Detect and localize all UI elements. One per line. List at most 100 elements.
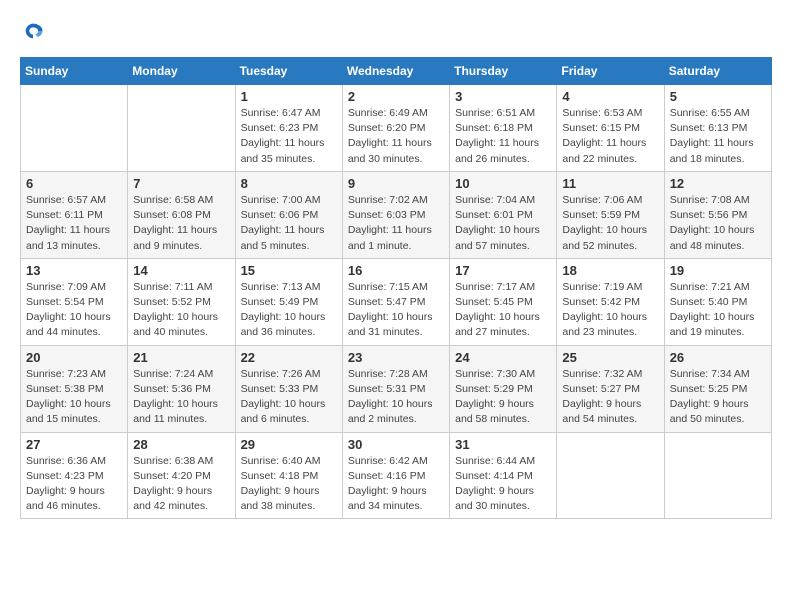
calendar-cell: 7 Sunrise: 6:58 AMSunset: 6:08 PMDaylight…: [128, 171, 235, 258]
calendar-cell: 14Sunrise: 7:11 AMSunset: 5:52 PMDayligh…: [128, 258, 235, 345]
calendar-table: SundayMondayTuesdayWednesdayThursdayFrid…: [20, 57, 772, 519]
calendar-cell: 19 Sunrise: 7:21 AMSunset: 5:40 PMDayligh…: [664, 258, 771, 345]
calendar-week-row: 1Sunrise: 6:47 AMSunset: 6:23 PMDaylight…: [21, 85, 772, 172]
day-info: Sunrise: 6:47 AMSunset: 6:23 PMDaylight:…: [241, 106, 337, 167]
calendar-cell: 22 Sunrise: 7:26 AMSunset: 5:33 PMDayligh…: [235, 345, 342, 432]
weekday-header-thursday: Thursday: [450, 58, 557, 85]
day-number: 15: [241, 263, 337, 278]
calendar-cell: 6 Sunrise: 6:57 AMSunset: 6:11 PMDaylight…: [21, 171, 128, 258]
calendar-cell: 23 Sunrise: 7:28 AMSunset: 5:31 PMDayligh…: [342, 345, 449, 432]
day-info: Sunrise: 7:28 AMSunset: 5:31 PMDaylight:…: [348, 367, 444, 428]
day-info: Sunrise: 6:57 AMSunset: 6:11 PMDaylight:…: [26, 193, 122, 254]
calendar-cell: 17Sunrise: 7:17 AMSunset: 5:45 PMDayligh…: [450, 258, 557, 345]
day-number: 6: [26, 176, 122, 191]
calendar-week-row: 13 Sunrise: 7:09 AMSunset: 5:54 PMDayligh…: [21, 258, 772, 345]
calendar-cell: [128, 85, 235, 172]
day-number: 27: [26, 437, 122, 452]
day-info: Sunrise: 6:42 AMSunset: 4:16 PMDaylight:…: [348, 454, 444, 515]
day-number: 2: [348, 89, 444, 104]
calendar-cell: 27Sunrise: 6:36 AMSunset: 4:23 PMDayligh…: [21, 432, 128, 519]
day-number: 30: [348, 437, 444, 452]
day-info: Sunrise: 7:02 AMSunset: 6:03 PMDaylight:…: [348, 193, 444, 254]
calendar-cell: 1Sunrise: 6:47 AMSunset: 6:23 PMDaylight…: [235, 85, 342, 172]
calendar-cell: 21 Sunrise: 7:24 AMSunset: 5:36 PMDayligh…: [128, 345, 235, 432]
calendar-cell: 25 Sunrise: 7:32 AMSunset: 5:27 PMDayligh…: [557, 345, 664, 432]
calendar-cell: [664, 432, 771, 519]
day-info: Sunrise: 7:15 AMSunset: 5:47 PMDaylight:…: [348, 280, 444, 341]
day-info: Sunrise: 7:00 AMSunset: 6:06 PMDaylight:…: [241, 193, 337, 254]
calendar-cell: [557, 432, 664, 519]
calendar-cell: 24Sunrise: 7:30 AMSunset: 5:29 PMDayligh…: [450, 345, 557, 432]
calendar-cell: 12 Sunrise: 7:08 AMSunset: 5:56 PMDayligh…: [664, 171, 771, 258]
calendar-cell: 5 Sunrise: 6:55 AMSunset: 6:13 PMDaylight…: [664, 85, 771, 172]
day-info: Sunrise: 7:32 AMSunset: 5:27 PMDaylight:…: [562, 367, 658, 428]
calendar-cell: 10 Sunrise: 7:04 AMSunset: 6:01 PMDayligh…: [450, 171, 557, 258]
day-info: Sunrise: 6:49 AMSunset: 6:20 PMDaylight:…: [348, 106, 444, 167]
day-number: 26: [670, 350, 766, 365]
weekday-header-sunday: Sunday: [21, 58, 128, 85]
day-info: Sunrise: 7:34 AMSunset: 5:25 PMDaylight:…: [670, 367, 766, 428]
day-number: 7: [133, 176, 229, 191]
day-number: 19: [670, 263, 766, 278]
day-info: Sunrise: 7:09 AMSunset: 5:54 PMDaylight:…: [26, 280, 122, 341]
day-info: Sunrise: 7:30 AMSunset: 5:29 PMDaylight:…: [455, 367, 551, 428]
day-number: 28: [133, 437, 229, 452]
day-number: 10: [455, 176, 551, 191]
calendar-week-row: 27Sunrise: 6:36 AMSunset: 4:23 PMDayligh…: [21, 432, 772, 519]
weekday-header-tuesday: Tuesday: [235, 58, 342, 85]
calendar-cell: 28 Sunrise: 6:38 AMSunset: 4:20 PMDayligh…: [128, 432, 235, 519]
day-number: 25: [562, 350, 658, 365]
day-info: Sunrise: 7:26 AMSunset: 5:33 PMDaylight:…: [241, 367, 337, 428]
calendar-cell: 15 Sunrise: 7:13 AMSunset: 5:49 PMDayligh…: [235, 258, 342, 345]
day-number: 16: [348, 263, 444, 278]
day-number: 29: [241, 437, 337, 452]
day-info: Sunrise: 6:44 AMSunset: 4:14 PMDaylight:…: [455, 454, 551, 515]
calendar-cell: 2 Sunrise: 6:49 AMSunset: 6:20 PMDaylight…: [342, 85, 449, 172]
day-info: Sunrise: 7:04 AMSunset: 6:01 PMDaylight:…: [455, 193, 551, 254]
day-number: 12: [670, 176, 766, 191]
calendar-cell: 4Sunrise: 6:53 AMSunset: 6:15 PMDaylight…: [557, 85, 664, 172]
day-number: 3: [455, 89, 551, 104]
day-number: 14: [133, 263, 229, 278]
weekday-header-wednesday: Wednesday: [342, 58, 449, 85]
day-number: 5: [670, 89, 766, 104]
day-number: 8: [241, 176, 337, 191]
calendar-cell: [21, 85, 128, 172]
calendar-cell: 31 Sunrise: 6:44 AMSunset: 4:14 PMDayligh…: [450, 432, 557, 519]
day-info: Sunrise: 7:24 AMSunset: 5:36 PMDaylight:…: [133, 367, 229, 428]
day-number: 17: [455, 263, 551, 278]
day-number: 13: [26, 263, 122, 278]
day-info: Sunrise: 6:38 AMSunset: 4:20 PMDaylight:…: [133, 454, 229, 515]
calendar-cell: 13 Sunrise: 7:09 AMSunset: 5:54 PMDayligh…: [21, 258, 128, 345]
calendar-cell: 20 Sunrise: 7:23 AMSunset: 5:38 PMDayligh…: [21, 345, 128, 432]
calendar-cell: 9Sunrise: 7:02 AMSunset: 6:03 PMDaylight…: [342, 171, 449, 258]
day-number: 18: [562, 263, 658, 278]
day-number: 20: [26, 350, 122, 365]
day-info: Sunrise: 6:58 AMSunset: 6:08 PMDaylight:…: [133, 193, 229, 254]
calendar-cell: 30 Sunrise: 6:42 AMSunset: 4:16 PMDayligh…: [342, 432, 449, 519]
day-number: 22: [241, 350, 337, 365]
day-info: Sunrise: 7:19 AMSunset: 5:42 PMDaylight:…: [562, 280, 658, 341]
calendar-cell: 3Sunrise: 6:51 AMSunset: 6:18 PMDaylight…: [450, 85, 557, 172]
calendar-cell: 29Sunrise: 6:40 AMSunset: 4:18 PMDayligh…: [235, 432, 342, 519]
day-number: 21: [133, 350, 229, 365]
day-number: 11: [562, 176, 658, 191]
logo-icon: [22, 20, 44, 42]
calendar-week-row: 20 Sunrise: 7:23 AMSunset: 5:38 PMDayligh…: [21, 345, 772, 432]
day-info: Sunrise: 7:08 AMSunset: 5:56 PMDaylight:…: [670, 193, 766, 254]
calendar-cell: 11Sunrise: 7:06 AMSunset: 5:59 PMDayligh…: [557, 171, 664, 258]
day-number: 23: [348, 350, 444, 365]
day-info: Sunrise: 7:23 AMSunset: 5:38 PMDaylight:…: [26, 367, 122, 428]
calendar-cell: 18 Sunrise: 7:19 AMSunset: 5:42 PMDayligh…: [557, 258, 664, 345]
weekday-header-row: SundayMondayTuesdayWednesdayThursdayFrid…: [21, 58, 772, 85]
day-number: 31: [455, 437, 551, 452]
day-info: Sunrise: 6:55 AMSunset: 6:13 PMDaylight:…: [670, 106, 766, 167]
day-info: Sunrise: 7:21 AMSunset: 5:40 PMDaylight:…: [670, 280, 766, 341]
calendar-cell: 16 Sunrise: 7:15 AMSunset: 5:47 PMDayligh…: [342, 258, 449, 345]
day-info: Sunrise: 6:53 AMSunset: 6:15 PMDaylight:…: [562, 106, 658, 167]
day-info: Sunrise: 7:13 AMSunset: 5:49 PMDaylight:…: [241, 280, 337, 341]
calendar-cell: 8 Sunrise: 7:00 AMSunset: 6:06 PMDaylight…: [235, 171, 342, 258]
weekday-header-saturday: Saturday: [664, 58, 771, 85]
logo: [20, 20, 46, 47]
weekday-header-friday: Friday: [557, 58, 664, 85]
